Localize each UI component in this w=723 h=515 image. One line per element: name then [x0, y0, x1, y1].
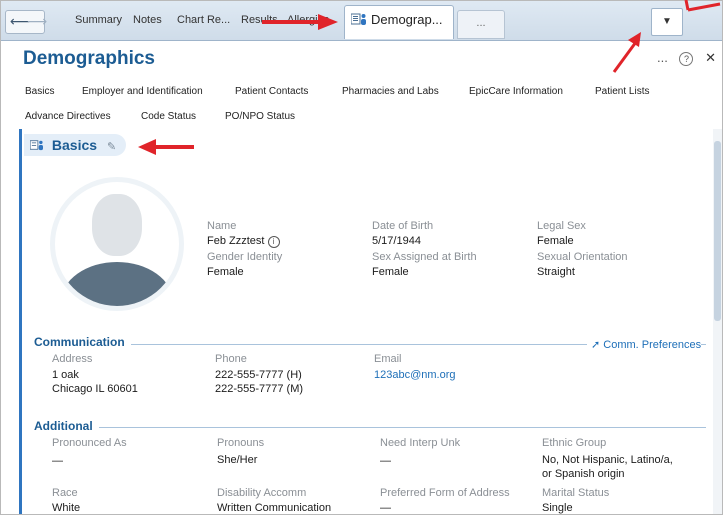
- more-options-icon[interactable]: ...: [657, 50, 668, 65]
- address-label: Address: [52, 353, 93, 365]
- info-icon[interactable]: i: [267, 236, 280, 248]
- page-title: Demographics: [23, 48, 155, 69]
- header-tools: ... ? ✕: [649, 50, 716, 66]
- disability-accomm-label: Disability Accomm: [217, 487, 307, 499]
- avatar: [50, 177, 184, 311]
- section-link-code-status[interactable]: Code Status: [141, 111, 196, 122]
- basics-card-header: Basics ✎: [24, 134, 127, 156]
- tab-chart-review[interactable]: Chart Re...: [177, 14, 230, 26]
- race-value: White: [52, 502, 81, 514]
- demographics-card-icon: [29, 137, 52, 153]
- pronouns-value: She/Her: [217, 454, 258, 466]
- gender-identity-label: Gender Identity: [207, 251, 283, 263]
- section-link-patient-contacts[interactable]: Patient Contacts: [235, 86, 308, 97]
- sexual-orientation-value: Straight: [537, 266, 575, 278]
- legal-sex-value: Female: [537, 235, 574, 247]
- section-link-po-npo-status[interactable]: PO/NPO Status: [225, 111, 295, 122]
- tab-demographics[interactable]: Demograp...: [344, 5, 454, 39]
- pronouns-label: Pronouns: [217, 437, 265, 449]
- address-line-2: Chicago IL 60601: [52, 383, 138, 395]
- demographics-icon: [350, 12, 367, 26]
- preferred-address-value: —: [380, 502, 391, 514]
- tab-demographics-label: Demograp...: [371, 12, 443, 27]
- forward-arrow-icon[interactable]: ⟶: [27, 13, 47, 30]
- name-value: Feb Zzztest i: [207, 235, 280, 248]
- communication-heading: Communication: [34, 335, 131, 349]
- section-link-advance-directives[interactable]: Advance Directives: [25, 111, 111, 122]
- dob-value: 5/17/1944: [372, 235, 421, 247]
- dob-label: Date of Birth: [372, 220, 434, 232]
- gender-identity-value: Female: [207, 266, 244, 278]
- tab-notes[interactable]: Notes: [133, 14, 162, 26]
- pronounced-as-value: —: [52, 455, 63, 467]
- tab-results[interactable]: Results: [241, 14, 278, 26]
- address-line-1: 1 oak: [52, 369, 79, 381]
- scrollbar-thumb[interactable]: [714, 141, 721, 321]
- sex-assigned-label: Sex Assigned at Birth: [372, 251, 477, 263]
- close-icon[interactable]: ✕: [705, 50, 716, 65]
- tab-list-dropdown[interactable]: ▼: [651, 8, 683, 36]
- edit-pencil-icon[interactable]: ✎: [107, 141, 116, 153]
- avatar-placeholder-icon: [55, 182, 179, 306]
- marital-status-value: Single: [542, 502, 573, 514]
- ethnic-group-label: Ethnic Group: [542, 437, 607, 449]
- basics-card-title: Basics: [51, 137, 98, 153]
- name-label: Name: [207, 220, 237, 232]
- section-link-pharmacies[interactable]: Pharmacies and Labs: [342, 86, 439, 97]
- phone-mobile: 222-555-7777 (M): [215, 383, 304, 395]
- additional-divider: [34, 427, 706, 428]
- section-link-employer[interactable]: Employer and Identification: [82, 86, 203, 97]
- additional-heading: Additional: [34, 419, 99, 433]
- section-link-epiccare[interactable]: EpicCare Information: [469, 86, 563, 97]
- section-link-basics[interactable]: Basics: [25, 86, 54, 97]
- comm-preferences-link[interactable]: ➚ Comm. Preferences: [587, 338, 702, 351]
- tab-summary[interactable]: Summary: [75, 14, 122, 26]
- help-icon[interactable]: ?: [679, 52, 694, 66]
- email-label: Email: [374, 353, 402, 365]
- tab-allergies[interactable]: Allergies: [287, 14, 335, 26]
- legal-sex-label: Legal Sex: [537, 220, 586, 232]
- ethnic-group-value-line-1: No, Not Hispanic, Latino/a,: [542, 454, 673, 466]
- basics-card: Basics ✎ Name Feb Zzztest i Gender Identi…: [19, 129, 715, 514]
- arrow-link-icon: ➚: [591, 339, 601, 351]
- race-label: Race: [52, 487, 78, 499]
- ethnic-group-value-line-2: or Spanish origin: [542, 468, 625, 480]
- demographics-window: ⟵ ⟶ Summary Notes Chart Re... Results Al…: [0, 0, 723, 515]
- pronounced-as-label: Pronounced As: [52, 437, 127, 449]
- marital-status-label: Marital Status: [542, 487, 610, 499]
- phone-home: 222-555-7777 (H): [215, 369, 302, 381]
- tab-overflow-button[interactable]: ...: [457, 10, 505, 39]
- sex-assigned-value: Female: [372, 266, 409, 278]
- need-interp-value: —: [380, 455, 391, 467]
- caret-down-icon: ▼: [662, 16, 672, 27]
- email-link[interactable]: 123abc@nm.org: [374, 369, 456, 381]
- sexual-orientation-label: Sexual Orientation: [537, 251, 628, 263]
- phone-label: Phone: [215, 353, 247, 365]
- preferred-address-label: Preferred Form of Address: [380, 487, 510, 499]
- section-link-patient-lists[interactable]: Patient Lists: [595, 86, 649, 97]
- need-interp-label: Need Interp Unk: [380, 437, 461, 449]
- disability-accomm-value: Written Communication: [217, 502, 332, 514]
- back-forward-buttons[interactable]: ⟵ ⟶: [5, 10, 47, 34]
- vertical-scrollbar[interactable]: [713, 129, 722, 514]
- tab-bar: ⟵ ⟶ Summary Notes Chart Re... Results Al…: [1, 1, 722, 41]
